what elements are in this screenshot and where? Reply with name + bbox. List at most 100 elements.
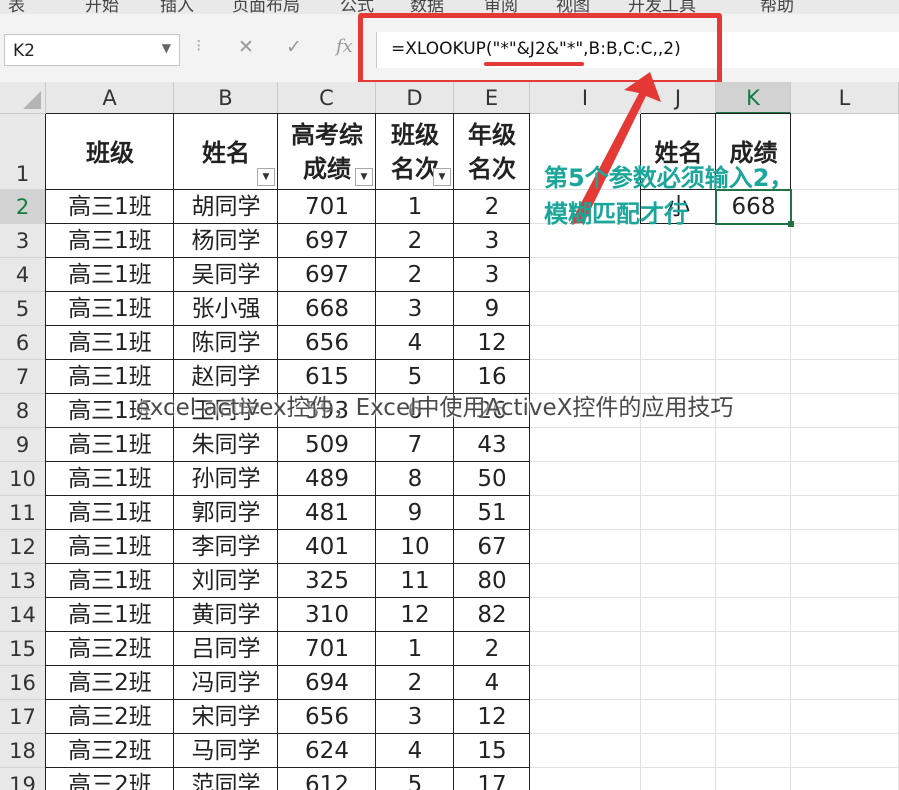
table-cell[interactable]: 51 <box>454 496 530 530</box>
table-cell[interactable]: 高三1班 <box>46 258 174 292</box>
table-cell[interactable]: 胡同学 <box>174 190 278 224</box>
column-header-a[interactable]: A <box>46 82 174 114</box>
table-cell[interactable]: 7 <box>376 428 454 462</box>
table-cell[interactable]: 郭同学 <box>174 496 278 530</box>
table-cell[interactable]: 489 <box>278 462 376 496</box>
row-header-9[interactable]: 9 <box>0 428 46 462</box>
table-cell[interactable]: 17 <box>454 768 530 790</box>
table-cell[interactable]: 4 <box>376 734 454 768</box>
menu-item-data[interactable]: 数据 <box>410 0 444 14</box>
table-cell[interactable]: 701 <box>278 632 376 666</box>
menu-item-home[interactable]: 开始 <box>85 0 119 14</box>
row-header-12[interactable]: 12 <box>0 530 46 564</box>
table-cell[interactable]: 2 <box>376 666 454 700</box>
table-cell[interactable]: 高三1班 <box>46 224 174 258</box>
table-cell[interactable]: 4 <box>376 326 454 360</box>
table-cell[interactable]: 624 <box>278 734 376 768</box>
table-cell[interactable]: 67 <box>454 530 530 564</box>
menu-item-insert[interactable]: 插入 <box>160 0 194 14</box>
insert-function-icon[interactable]: fx <box>336 36 353 57</box>
menu-item-layout[interactable]: 页面布局 <box>232 0 300 14</box>
table-cell[interactable]: 黄同学 <box>174 598 278 632</box>
table-cell[interactable]: 509 <box>278 428 376 462</box>
table-cell[interactable]: 80 <box>454 564 530 598</box>
menu-item-review[interactable]: 审阅 <box>484 0 518 14</box>
table-cell[interactable]: 高三1班 <box>46 462 174 496</box>
table-cell[interactable]: 李同学 <box>174 530 278 564</box>
enter-check-icon[interactable]: ✓ <box>286 36 302 58</box>
table-cell[interactable]: 吴同学 <box>174 258 278 292</box>
row-header-7[interactable]: 7 <box>0 360 46 394</box>
table-cell[interactable]: 4 <box>454 666 530 700</box>
table-cell[interactable]: 9 <box>376 496 454 530</box>
row-header-6[interactable]: 6 <box>0 326 46 360</box>
table-cell[interactable]: 11 <box>376 564 454 598</box>
table-cell[interactable]: 陈同学 <box>174 326 278 360</box>
column-header-d[interactable]: D <box>376 82 454 114</box>
table-cell[interactable]: 8 <box>376 462 454 496</box>
table-cell[interactable]: 高三2班 <box>46 700 174 734</box>
cancel-icon[interactable]: ✕ <box>238 36 254 58</box>
table-cell[interactable]: 高三1班 <box>46 564 174 598</box>
row-header-4[interactable]: 4 <box>0 258 46 292</box>
table-cell[interactable]: 高三1班 <box>46 598 174 632</box>
table-cell[interactable]: 杨同学 <box>174 224 278 258</box>
table-cell[interactable]: 1 <box>376 632 454 666</box>
row-header-18[interactable]: 18 <box>0 734 46 768</box>
filter-dropdown-icon[interactable]: ▼ <box>433 168 451 186</box>
table-cell[interactable]: 656 <box>278 326 376 360</box>
table-cell[interactable]: 2 <box>376 258 454 292</box>
table-cell[interactable]: 697 <box>278 258 376 292</box>
table-cell[interactable]: 马同学 <box>174 734 278 768</box>
row-header-3[interactable]: 3 <box>0 224 46 258</box>
row-header-16[interactable]: 16 <box>0 666 46 700</box>
table-cell[interactable]: 3 <box>376 700 454 734</box>
row-header-11[interactable]: 11 <box>0 496 46 530</box>
table-cell[interactable]: 5 <box>376 768 454 790</box>
table-cell[interactable]: 冯同学 <box>174 666 278 700</box>
table-cell[interactable]: 2 <box>454 190 530 224</box>
column-header-c[interactable]: C <box>278 82 376 114</box>
table-cell[interactable]: 范同学 <box>174 768 278 790</box>
row-header-10[interactable]: 10 <box>0 462 46 496</box>
menu-item-help[interactable]: 帮助 <box>760 0 794 14</box>
table-cell[interactable]: 高三1班 <box>46 190 174 224</box>
menu-item-file[interactable]: 表 <box>8 0 25 14</box>
row-header-15[interactable]: 15 <box>0 632 46 666</box>
table-cell[interactable]: 9 <box>454 292 530 326</box>
column-header-l[interactable]: L <box>791 82 899 114</box>
table-cell[interactable]: 694 <box>278 666 376 700</box>
table-cell[interactable]: 656 <box>278 700 376 734</box>
more-options-icon[interactable]: ⁝ <box>196 36 201 56</box>
table-cell[interactable]: 3 <box>454 224 530 258</box>
row-header-8[interactable]: 8 <box>0 394 46 428</box>
table-cell[interactable]: 高三2班 <box>46 734 174 768</box>
row-header-17[interactable]: 17 <box>0 700 46 734</box>
table-cell[interactable]: 1 <box>376 190 454 224</box>
table-cell[interactable]: 668 <box>278 292 376 326</box>
menu-item-formulas[interactable]: 公式 <box>340 0 374 14</box>
table-cell[interactable]: 高三2班 <box>46 768 174 790</box>
row-header-14[interactable]: 14 <box>0 598 46 632</box>
filter-dropdown-icon[interactable]: ▼ <box>355 168 373 186</box>
table-cell[interactable]: 朱同学 <box>174 428 278 462</box>
column-header-k[interactable]: K <box>716 82 791 114</box>
table-cell[interactable]: 2 <box>376 224 454 258</box>
table-cell[interactable]: 高三2班 <box>46 666 174 700</box>
table-cell[interactable]: 12 <box>454 700 530 734</box>
row-header-19[interactable]: 19 <box>0 768 46 790</box>
table-cell[interactable]: 张小强 <box>174 292 278 326</box>
table-cell[interactable]: 701 <box>278 190 376 224</box>
column-header-b[interactable]: B <box>174 82 278 114</box>
table-cell[interactable]: 刘同学 <box>174 564 278 598</box>
table-cell[interactable]: 宋同学 <box>174 700 278 734</box>
chevron-down-icon[interactable]: ▼ <box>162 41 171 55</box>
table-cell[interactable]: 孙同学 <box>174 462 278 496</box>
row-header-5[interactable]: 5 <box>0 292 46 326</box>
table-cell[interactable]: 82 <box>454 598 530 632</box>
table-header-cell[interactable]: 班级 <box>46 114 174 190</box>
row-header-1[interactable]: 1 <box>0 114 46 190</box>
select-all-corner[interactable] <box>0 82 46 114</box>
column-header-i[interactable]: I <box>530 82 641 114</box>
table-cell[interactable]: 612 <box>278 768 376 790</box>
